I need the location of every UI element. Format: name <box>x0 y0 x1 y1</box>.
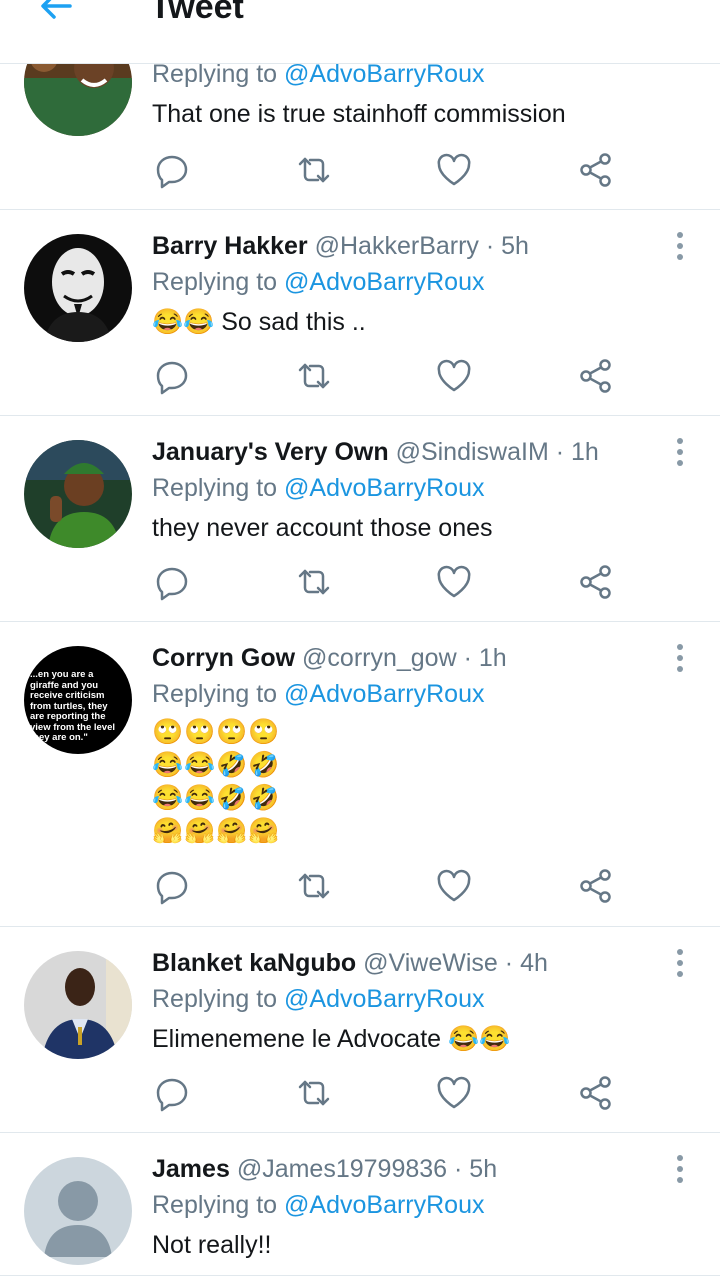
tweet-text: Elimenemene le Advocate 😂😂 <box>152 1025 511 1053</box>
more-options-button[interactable] <box>674 949 686 979</box>
display-name[interactable]: James <box>152 1155 230 1183</box>
user-handle[interactable]: @SindiswaIM <box>396 438 549 466</box>
mention-link[interactable]: @AdvoBarryRoux <box>284 680 484 708</box>
replying-to-label: Replying to <box>152 60 278 88</box>
share-button[interactable] <box>576 866 616 906</box>
reply-button[interactable] <box>152 1073 192 1113</box>
retweet-icon <box>298 569 330 595</box>
retweet-button[interactable] <box>294 356 334 396</box>
mention-link[interactable]: @AdvoBarryRoux <box>284 474 484 502</box>
retweet-button[interactable] <box>294 562 334 602</box>
timestamp: 5h <box>501 232 529 260</box>
avatar[interactable] <box>24 951 132 1059</box>
like-icon <box>437 153 471 186</box>
like-icon <box>437 869 471 902</box>
mention-link[interactable]: @AdvoBarryRoux <box>284 268 484 296</box>
page-title: Tweet <box>150 0 244 26</box>
avatar[interactable] <box>24 440 132 548</box>
like-button[interactable] <box>434 1073 474 1113</box>
reply-button[interactable] <box>152 356 192 396</box>
share-button[interactable] <box>576 150 616 190</box>
tweet-text: Not really!! <box>152 1231 272 1259</box>
retweet-icon <box>298 363 330 389</box>
avatar[interactable]: ...en you are a giraffe and you receive … <box>24 646 132 754</box>
retweet-icon <box>298 873 330 899</box>
mention-link[interactable]: @AdvoBarryRoux <box>284 1191 484 1219</box>
replying-to-label: Replying to <box>152 985 278 1013</box>
user-handle[interactable]: @ViweWise <box>363 949 498 977</box>
like-button[interactable] <box>434 150 474 190</box>
replying-to-label: Replying to <box>152 1191 278 1219</box>
reply-icon <box>156 361 188 395</box>
avatar[interactable] <box>24 234 132 342</box>
tweet-text: they never account those ones <box>152 514 493 542</box>
retweet-button[interactable] <box>294 150 334 190</box>
tweet-text: That one is true stainhoff commission <box>152 100 566 128</box>
mention-link[interactable]: @AdvoBarryRoux <box>284 60 484 88</box>
more-options-button[interactable] <box>674 232 686 262</box>
reply-tweet[interactable]: Barry Hakker @HakkerBarry · 5h Replying … <box>0 210 720 416</box>
reply-icon <box>156 155 188 189</box>
reply-button[interactable] <box>152 562 192 602</box>
timestamp: 1h <box>571 438 599 466</box>
more-options-button[interactable] <box>674 644 686 674</box>
tweet-actions <box>152 562 622 602</box>
replying-to-label: Replying to <box>152 268 278 296</box>
replying-to-label: Replying to <box>152 474 278 502</box>
share-button[interactable] <box>576 1073 616 1113</box>
reply-icon <box>156 567 188 601</box>
like-button[interactable] <box>434 356 474 396</box>
display-name[interactable]: Barry Hakker <box>152 232 308 260</box>
retweet-button[interactable] <box>294 866 334 906</box>
share-icon <box>580 869 611 903</box>
mention-link[interactable]: @AdvoBarryRoux <box>284 985 484 1013</box>
retweet-icon <box>298 157 330 183</box>
share-button[interactable] <box>576 562 616 602</box>
reply-tweet[interactable]: Blanket kaNgubo @ViweWise · 4h Replying … <box>0 927 720 1133</box>
like-button[interactable] <box>434 562 474 602</box>
default-avatar-icon <box>24 1157 132 1265</box>
share-icon <box>580 153 611 187</box>
back-button[interactable] <box>36 0 76 26</box>
reply-button[interactable] <box>152 866 192 906</box>
share-icon <box>580 565 611 599</box>
top-bar: Tweet <box>0 0 720 64</box>
tweet-actions <box>152 356 622 396</box>
retweet-button[interactable] <box>294 1073 334 1113</box>
reply-tweet[interactable]: January's Very Own @SindiswaIM · 1h Repl… <box>0 416 720 622</box>
share-icon <box>580 1076 611 1110</box>
like-icon <box>437 1076 471 1109</box>
tweet-text: 😂😂 So sad this .. <box>152 308 366 336</box>
avatar[interactable] <box>24 1157 132 1265</box>
user-handle[interactable]: @James19799836 <box>237 1155 447 1183</box>
share-icon <box>580 359 611 393</box>
like-icon <box>437 565 471 598</box>
tweet-actions <box>152 150 622 190</box>
more-options-button[interactable] <box>674 438 686 468</box>
like-button[interactable] <box>434 866 474 906</box>
retweet-icon <box>298 1080 330 1106</box>
tweet-actions <box>152 866 622 906</box>
timestamp: 4h <box>520 949 548 977</box>
reply-button[interactable] <box>152 150 192 190</box>
timestamp: 1h <box>478 644 507 672</box>
display-name[interactable]: Corryn Gow <box>152 644 295 672</box>
reply-tweet[interactable]: James @James19799836 · 5h Replying to @A… <box>0 1133 720 1276</box>
reply-icon <box>156 871 188 905</box>
display-name[interactable]: Blanket kaNgubo <box>152 949 356 977</box>
share-button[interactable] <box>576 356 616 396</box>
user-handle[interactable]: @HakkerBarry <box>315 232 479 260</box>
more-options-button[interactable] <box>674 1155 686 1185</box>
user-handle[interactable]: @corryn_gow <box>302 644 457 672</box>
arrow-left-icon <box>41 0 72 19</box>
replying-to-label: Replying to <box>152 680 278 708</box>
tweet-text: 🙄🙄🙄🙄 😂😂🤣🤣 😂😂🤣🤣 🤗🤗🤗🤗 <box>152 718 281 845</box>
timestamp: 5h <box>469 1155 498 1183</box>
reply-icon <box>156 1078 188 1112</box>
display-name[interactable]: January's Very Own <box>152 438 389 466</box>
tweet-actions <box>152 1073 622 1113</box>
like-icon <box>437 359 471 392</box>
reply-tweet[interactable]: ...en you are a giraffe and you receive … <box>0 622 720 927</box>
